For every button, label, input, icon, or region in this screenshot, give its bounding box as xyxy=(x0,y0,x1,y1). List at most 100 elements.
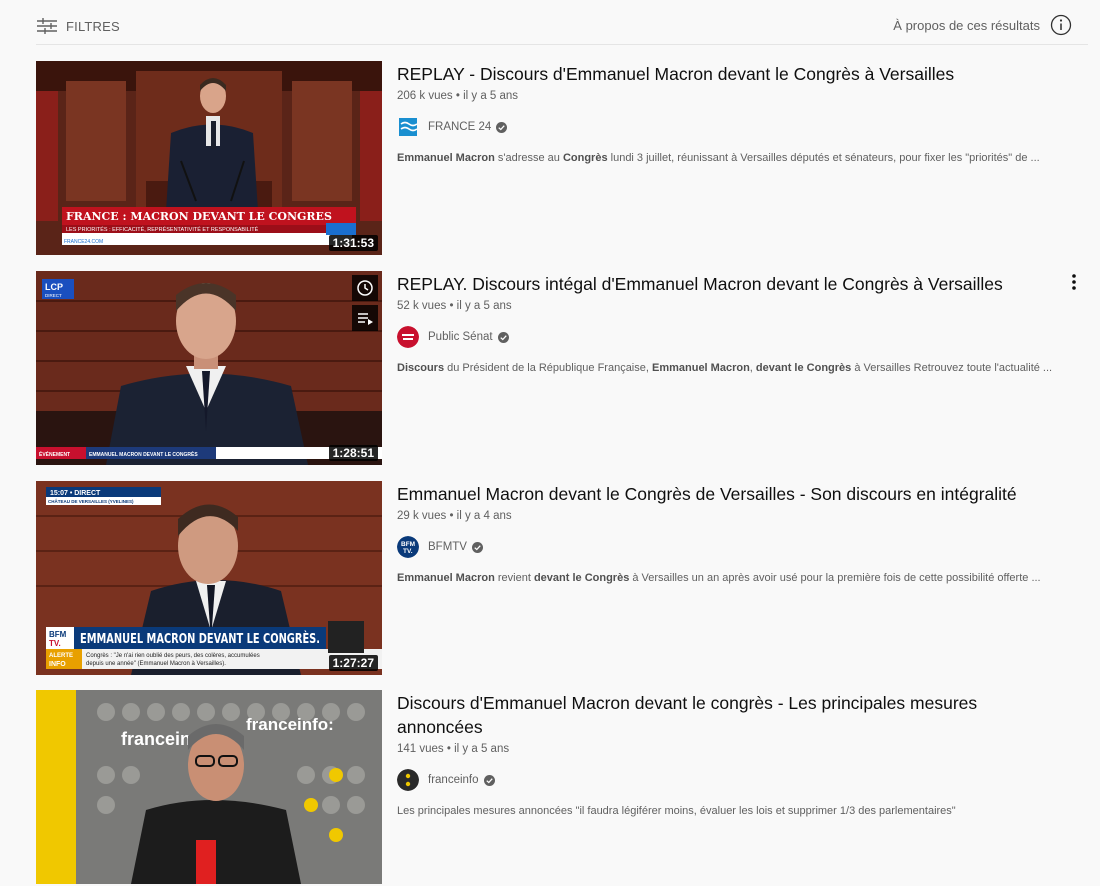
video-description: Les principales mesures annoncées "il fa… xyxy=(397,805,1067,817)
thumbnail-image: francein franceinfo: xyxy=(36,690,382,884)
channel-link[interactable]: franceinfo xyxy=(397,769,1077,791)
thumbnail-subtitle: LES PRIORITÉS : EFFICACITÉ, REPRÉSENTATI… xyxy=(66,226,259,233)
thumbnail-alert1: ALERTE xyxy=(49,653,73,659)
channel-name: franceinfo xyxy=(428,774,479,786)
video-result: 15:07 • DIRECT CHÂTEAU DE VERSAILLES (YV… xyxy=(36,481,1096,677)
add-to-queue-button[interactable] xyxy=(352,305,378,331)
video-result: francein franceinfo: Discours d'Emmanuel… xyxy=(36,690,1096,886)
thumbnail-banner: EMMANUEL MACRON DEVANT LE CONGRÈS. xyxy=(80,631,320,647)
description-highlight: Emmanuel Macron xyxy=(651,362,750,374)
meta-separator: • xyxy=(449,300,457,312)
view-count: 52 k vues xyxy=(397,300,447,312)
meta-separator: • xyxy=(449,510,457,522)
description-text: s'adresse au xyxy=(494,152,563,164)
clock-icon xyxy=(357,280,373,296)
about-results: À propos de ces résultats xyxy=(893,14,1072,36)
description-text: lundi 3 juillet, réunissant à Versailles… xyxy=(607,152,1040,164)
upload-age: il y a 5 ans xyxy=(456,300,512,312)
thumbnail-brand-right: franceinfo: xyxy=(246,715,334,734)
video-thumbnail[interactable]: LCP DIRECT ÉVÉNEMENT EMMANUEL MACRON DEV… xyxy=(36,271,382,465)
description-text: revient xyxy=(494,572,534,584)
watch-later-button[interactable] xyxy=(352,275,378,301)
view-count: 29 k vues xyxy=(397,510,447,522)
video-info: REPLAY - Discours d'Emmanuel Macron deva… xyxy=(397,61,1077,164)
info-icon[interactable] xyxy=(1050,14,1072,36)
svg-text:BFM: BFM xyxy=(401,541,415,548)
description-highlight: devant le Congrès xyxy=(755,362,852,374)
thumbnail-image: FRANCE : MACRON DEVANT LE CONGRES LES PR… xyxy=(36,61,382,255)
thumbnail-banner: FRANCE : MACRON DEVANT LE CONGRES xyxy=(66,210,332,223)
video-thumbnail[interactable]: FRANCE : MACRON DEVANT LE CONGRES LES PR… xyxy=(36,61,382,255)
about-results-label: À propos de ces résultats xyxy=(893,17,1040,33)
thumbnail-ticker2: depuis une année" (Emmanuel Macron à Ver… xyxy=(86,661,226,667)
filters-button[interactable]: FILTRES xyxy=(36,17,120,35)
video-duration: 1:27:27 xyxy=(328,655,378,671)
channel-link[interactable]: BFM TV. BFMTV xyxy=(397,536,1077,558)
channel-name: BFMTV xyxy=(428,541,467,553)
filters-label: FILTRES xyxy=(66,18,120,34)
description-highlight: Congrès xyxy=(562,152,608,164)
description-highlight: Emmanuel Macron xyxy=(397,152,495,164)
svg-text:TV.: TV. xyxy=(403,548,413,555)
video-description: Discours du Président de la République F… xyxy=(397,362,1067,374)
video-title[interactable]: Emmanuel Macron devant le Congrès de Ver… xyxy=(397,482,1077,506)
description-highlight: devant le Congrès xyxy=(533,572,630,584)
channel-link[interactable]: FRANCE 24 xyxy=(397,116,1077,138)
description-highlight: Emmanuel Macron xyxy=(397,572,495,584)
public-senat-avatar-icon xyxy=(397,326,419,348)
verified-check-icon xyxy=(497,331,509,343)
queue-icon xyxy=(358,313,373,325)
video-title[interactable]: REPLAY - Discours d'Emmanuel Macron deva… xyxy=(397,62,1077,86)
video-meta: 206 k vues • il y a 5 ans xyxy=(397,90,1077,102)
video-duration: 1:31:53 xyxy=(328,235,378,251)
view-count: 141 vues xyxy=(397,743,444,755)
video-duration: 1:28:51 xyxy=(328,445,378,461)
thumbnail-hover-actions xyxy=(352,275,378,335)
thumbnail-live: 15:07 • DIRECT xyxy=(50,490,101,497)
video-meta: 141 vues • il y a 5 ans xyxy=(397,743,1077,755)
channel-name: Public Sénat xyxy=(428,331,493,343)
upload-age: il y a 4 ans xyxy=(456,510,512,522)
verified-check-icon xyxy=(496,121,508,133)
more-actions-icon[interactable] xyxy=(1064,271,1084,295)
video-thumbnail[interactable]: 15:07 • DIRECT CHÂTEAU DE VERSAILLES (YV… xyxy=(36,481,382,675)
thumbnail-image: 15:07 • DIRECT CHÂTEAU DE VERSAILLES (YV… xyxy=(36,481,382,675)
video-info: Emmanuel Macron devant le Congrès de Ver… xyxy=(397,481,1077,584)
video-info: REPLAY. Discours intégal d'Emmanuel Macr… xyxy=(397,271,1077,374)
view-count: 206 k vues xyxy=(397,90,453,102)
filter-sliders-icon xyxy=(37,18,57,34)
video-description: Emmanuel Macron revient devant le Congrè… xyxy=(397,572,1067,584)
thumbnail-place: CHÂTEAU DE VERSAILLES (YVELINES) xyxy=(48,498,134,504)
upload-age: il y a 5 ans xyxy=(454,743,510,755)
verified-check-icon xyxy=(483,774,495,786)
upload-age: il y a 5 ans xyxy=(463,90,519,102)
thumbnail-logo: LCP xyxy=(45,282,63,292)
thumbnail-logo-sub: DIRECT xyxy=(45,293,62,298)
video-meta: 29 k vues • il y a 4 ans xyxy=(397,510,1077,522)
video-description: Emmanuel Macron s'adresse au Congrès lun… xyxy=(397,152,1067,164)
video-result: FRANCE : MACRON DEVANT LE CONGRES LES PR… xyxy=(36,61,1096,257)
video-meta: 52 k vues • il y a 5 ans xyxy=(397,300,1077,312)
thumbnail-ticker1: Congrès : "Je n'ai rien oublié des peurs… xyxy=(86,653,260,659)
meta-separator: • xyxy=(455,90,464,102)
verified-check-icon xyxy=(471,541,483,553)
channel-link[interactable]: Public Sénat xyxy=(397,326,1077,348)
description-text: à Versailles un an après avoir usé pour … xyxy=(629,572,1041,584)
svg-text:TV.: TV. xyxy=(49,639,61,648)
channel-name: FRANCE 24 xyxy=(428,121,492,133)
thumbnail-site: FRANCE24.COM xyxy=(64,239,103,245)
thumbnail-alert2: INFO xyxy=(49,661,66,668)
thumbnail-banner: EMMANUEL MACRON DEVANT LE CONGRÈS xyxy=(89,450,198,458)
bfmtv-avatar-icon: BFM TV. xyxy=(397,536,419,558)
video-thumbnail[interactable]: francein franceinfo: xyxy=(36,690,382,884)
description-text: à Versailles Retrouvez toute l'actualité… xyxy=(851,362,1053,374)
video-info: Discours d'Emmanuel Macron devant le con… xyxy=(397,690,1077,817)
thumbnail-event: ÉVÉNEMENT xyxy=(39,450,70,458)
description-text: du Président de la République Française, xyxy=(444,362,652,374)
video-title[interactable]: REPLAY. Discours intégal d'Emmanuel Macr… xyxy=(397,272,1077,296)
description-highlight: Discours xyxy=(397,362,445,374)
thumbnail-image: LCP DIRECT ÉVÉNEMENT EMMANUEL MACRON DEV… xyxy=(36,271,382,465)
franceinfo-avatar-icon xyxy=(397,769,419,791)
video-title[interactable]: Discours d'Emmanuel Macron devant le con… xyxy=(397,691,997,739)
results-header: FILTRES À propos de ces résultats xyxy=(36,10,1088,45)
